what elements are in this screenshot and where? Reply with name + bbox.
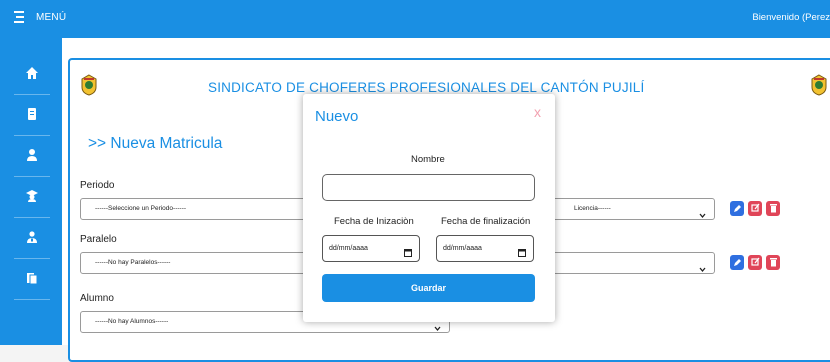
chevron-down-icon [699,206,706,219]
users-icon [25,230,39,244]
sidebar-item-users[interactable] [14,218,50,259]
calendar-icon[interactable] [518,244,526,257]
sidebar [0,32,62,345]
periodo-label: Periodo [80,180,115,191]
start-date-value: dd/mm/aaaa [329,245,368,252]
page-title: >> Nueva Matricula [88,135,223,152]
end-date-input[interactable]: dd/mm/aaaa [436,235,534,262]
start-date-label: Fecha de Inizaciòn [334,216,414,227]
org-title: SINDICATO DE CHOFERES PROFESIONALES DEL … [208,80,645,95]
new-period-modal: Nuevo x Nombre Fecha de Inizaciòn Fecha … [303,94,555,322]
start-date-input[interactable]: dd/mm/aaaa [322,235,420,262]
delete-paralelo-button[interactable] [766,255,780,270]
sidebar-item-files[interactable] [14,259,50,300]
update-paralelo-button[interactable] [748,255,762,270]
end-date-value: dd/mm/aaaa [443,245,482,252]
periodo-select-value: ------Seleccione un Periodo------ [95,205,187,212]
modal-title: Nuevo [315,108,359,125]
union-logo-right [810,74,828,96]
paralelo-label: Paralelo [80,234,117,245]
sidebar-item-user[interactable] [14,136,50,177]
edit-periodo-button[interactable] [730,201,744,216]
home-icon [25,66,39,80]
delete-periodo-button[interactable] [766,201,780,216]
name-label: Nombre [411,154,445,165]
menu-icon[interactable] [14,10,24,24]
sidebar-item-documents[interactable] [14,95,50,136]
menu-label[interactable]: MENÚ [36,12,66,23]
licencia-select-value: Licencia------ [574,205,611,212]
name-input[interactable] [322,174,535,201]
calendar-icon[interactable] [404,244,412,257]
save-button[interactable]: Guardar [322,274,535,302]
files-icon [25,271,39,285]
alumno-select-value: ------No hay Alumnos------ [95,318,169,325]
welcome-text[interactable]: Bienvenido (Perez [752,12,830,23]
sidebar-item-students[interactable] [14,177,50,218]
edit-paralelo-button[interactable] [730,255,744,270]
graduate-icon [25,189,39,203]
sidebar-caret [28,32,40,38]
top-bar: MENÚ Bienvenido (Perez [0,0,830,38]
union-logo-left [80,74,98,96]
sidebar-item-home[interactable] [14,54,50,95]
end-date-label: Fecha de finalización [441,216,531,227]
paralelo-select-value: ------No hay Paralelos------ [95,259,171,266]
alumno-label: Alumno [80,293,114,304]
close-icon[interactable]: x [534,104,541,120]
document-icon [25,107,39,121]
update-periodo-button[interactable] [748,201,762,216]
chevron-down-icon [699,260,706,273]
user-icon [25,148,39,162]
